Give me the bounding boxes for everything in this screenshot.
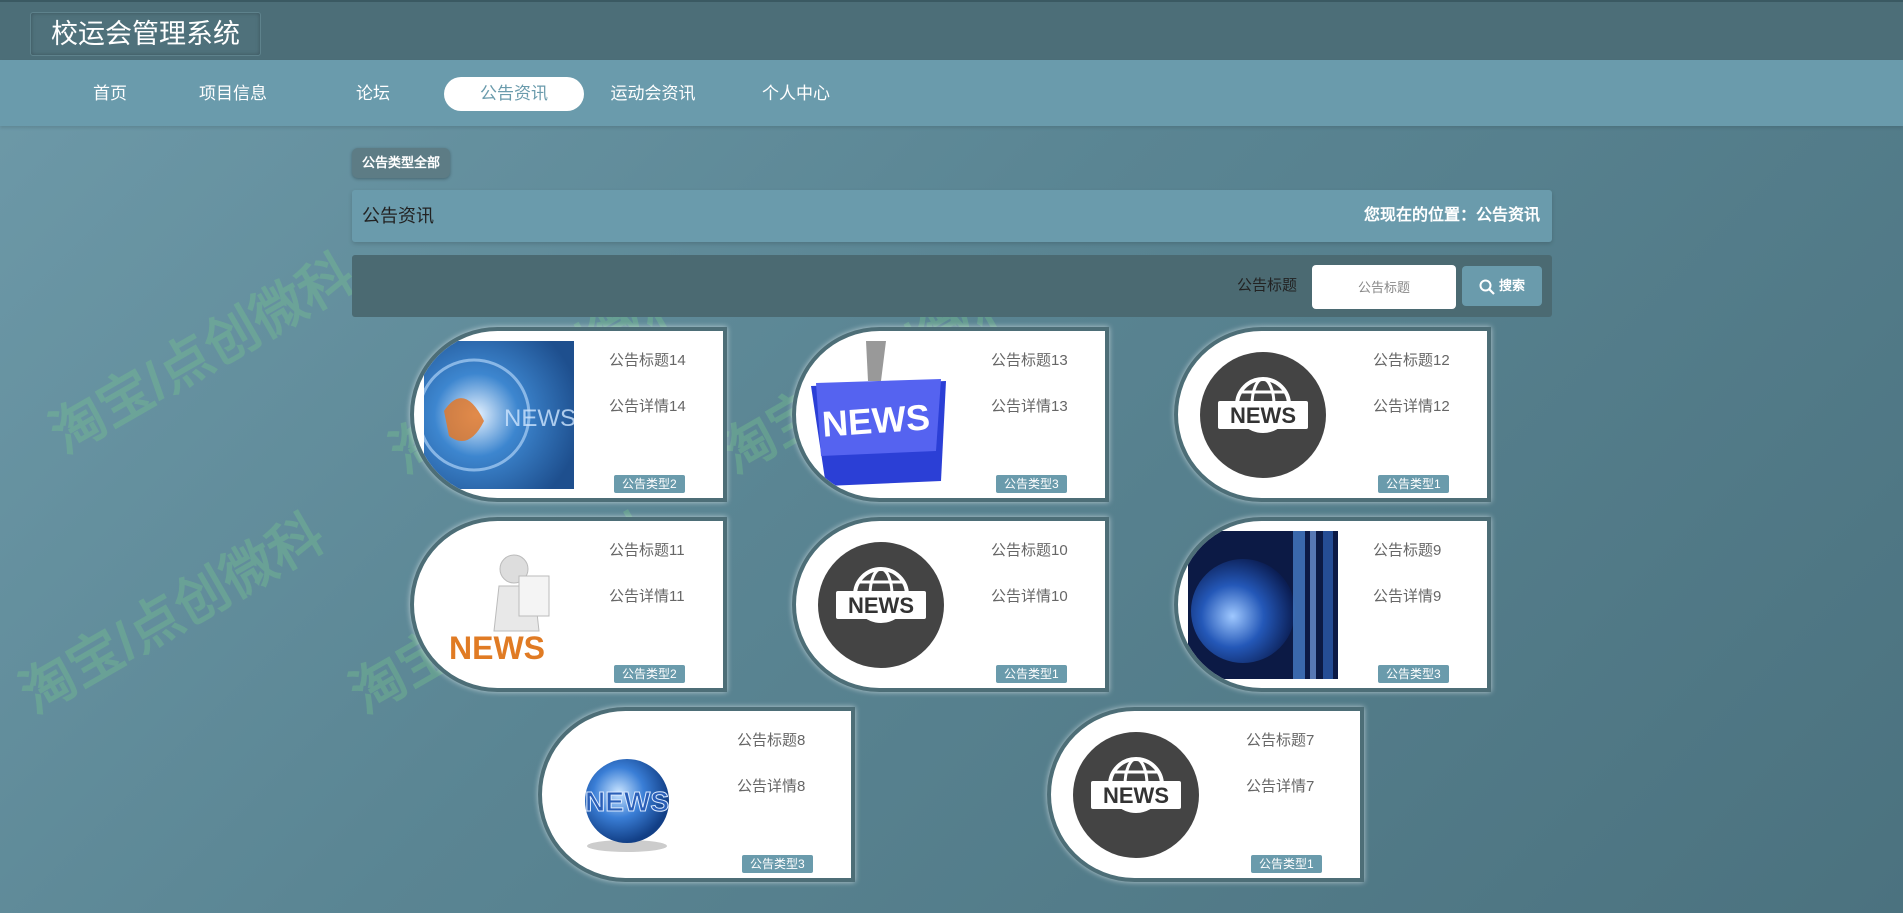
watermark: 淘宝/点创微科 [40, 243, 365, 465]
announcement-card[interactable]: NEWS 公告标题8 公告详情8 公告类型3 [538, 707, 855, 882]
card-type-badge: 公告类型1 [996, 665, 1067, 683]
news-blue-photo-image: NEWS [424, 341, 574, 489]
announcement-card[interactable]: 公告标题12 公告详情12 公告类型1 [1174, 327, 1491, 502]
top-bar: 校运会管理系统 [0, 0, 1903, 60]
news-keyboard-key-image: NEWS [806, 341, 956, 489]
card-type-badge: 公告类型3 [996, 475, 1067, 493]
announcement-card[interactable]: NEWS 公告标题13 公告详情13 公告类型3 [792, 327, 1109, 502]
app-title: 校运会管理系统 [30, 12, 261, 56]
card-title: 公告标题8 [737, 732, 806, 749]
card-type-badge: 公告类型2 [614, 475, 685, 493]
card-title: 公告标题14 [609, 352, 686, 369]
card-title: 公告标题7 [1246, 732, 1315, 749]
svg-text:NEWS: NEWS [504, 405, 574, 432]
search-icon [1479, 279, 1495, 295]
search-input[interactable] [1312, 265, 1456, 309]
card-title: 公告标题10 [991, 542, 1068, 559]
search-label: 公告标题 [1237, 277, 1298, 294]
nav-item-personal-center[interactable]: 个人中心 [746, 77, 846, 111]
nav-item-announcements[interactable]: 公告资讯 [444, 77, 584, 111]
card-type-badge: 公告类型2 [614, 665, 685, 683]
news-3d-figure-image: NEWS [424, 531, 574, 679]
card-desc: 公告详情10 [991, 588, 1068, 605]
search-bar: 公告标题 搜索 [352, 255, 1552, 317]
search-button[interactable]: 搜索 [1462, 266, 1542, 306]
svg-text:NEWS: NEWS [585, 786, 669, 817]
card-type-badge: 公告类型1 [1378, 475, 1449, 493]
announcement-card[interactable]: NEWS 公告标题14 公告详情14 公告类型2 [410, 327, 727, 502]
card-desc: 公告详情13 [991, 398, 1068, 415]
announcement-card[interactable]: NEWS 公告标题11 公告详情11 公告类型2 [410, 517, 727, 692]
nav-item-projects[interactable]: 项目信息 [183, 77, 283, 111]
card-desc: 公告详情7 [1246, 778, 1315, 795]
type-filter-all-chip[interactable]: 公告类型全部 [352, 148, 451, 178]
card-desc: 公告详情11 [609, 588, 685, 605]
svg-text:NEWS: NEWS [821, 396, 932, 444]
main-nav: 首页 项目信息 论坛 公告资讯 运动会资讯 个人中心 [0, 60, 1903, 126]
card-desc: 公告详情12 [1373, 398, 1450, 415]
card-title: 公告标题11 [609, 542, 685, 559]
announcement-card[interactable]: 公告标题10 公告详情10 公告类型1 [792, 517, 1109, 692]
card-desc: 公告详情14 [609, 398, 686, 415]
news-3d-globe-image: NEWS [552, 721, 702, 869]
card-type-badge: 公告类型3 [742, 855, 813, 873]
card-desc: 公告详情9 [1373, 588, 1442, 605]
nav-item-sports-news[interactable]: 运动会资讯 [603, 77, 703, 111]
breadcrumb-bar: 公告资讯 您现在的位置：公告资讯 [352, 190, 1552, 242]
card-title: 公告标题12 [1373, 352, 1450, 369]
card-desc: 公告详情8 [737, 778, 806, 795]
breadcrumb: 您现在的位置：公告资讯 [1363, 207, 1540, 224]
card-title: 公告标题13 [991, 352, 1068, 369]
card-title: 公告标题9 [1373, 542, 1442, 559]
news-earth-photo-image [1188, 531, 1338, 679]
search-button-label: 搜索 [1498, 278, 1525, 293]
nav-item-home[interactable]: 首页 [60, 77, 160, 111]
news-globe-badge-image [1061, 721, 1211, 869]
card-type-badge: 公告类型3 [1378, 665, 1449, 683]
nav-item-forum[interactable]: 论坛 [323, 77, 423, 111]
card-type-badge: 公告类型1 [1251, 855, 1322, 873]
announcement-card[interactable]: 公告标题9 公告详情9 公告类型3 [1174, 517, 1491, 692]
page-title: 公告资讯 [362, 206, 434, 226]
news-globe-badge-image [1188, 341, 1338, 489]
watermark: 淘宝/点创微科 [10, 503, 335, 725]
svg-text:NEWS: NEWS [449, 630, 545, 666]
news-globe-badge-image [806, 531, 956, 679]
announcement-card[interactable]: 公告标题7 公告详情7 公告类型1 [1047, 707, 1364, 882]
